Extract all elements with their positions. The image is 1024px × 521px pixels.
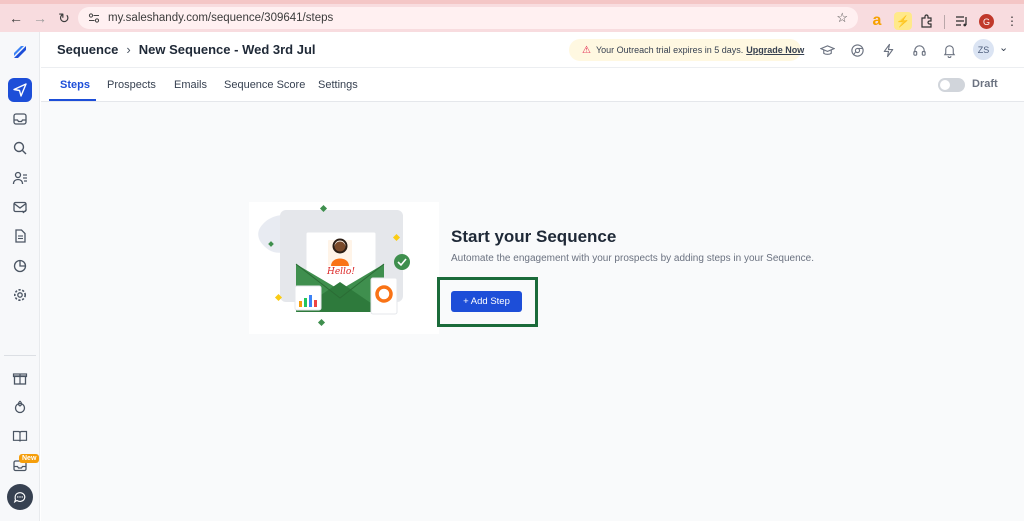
draft-toggle[interactable] <box>938 78 965 92</box>
graduation-cap-icon[interactable] <box>819 42 835 58</box>
tab-emails[interactable]: Emails <box>174 79 207 91</box>
toggle-knob <box>940 80 950 90</box>
sequences-send-icon[interactable] <box>8 78 32 102</box>
site-settings-icon[interactable] <box>86 10 102 26</box>
add-step-button[interactable]: + Add Step <box>451 291 522 312</box>
browser-menu-icon[interactable]: ⋮ <box>1003 12 1021 30</box>
profile-avatar[interactable]: G <box>979 14 994 29</box>
status-label: Draft <box>972 78 998 90</box>
tab-settings[interactable]: Settings <box>318 79 358 91</box>
sequence-tabs: Steps Prospects Emails Sequence Score Se… <box>41 68 1024 102</box>
address-bar[interactable]: my.saleshandy.com/sequence/309641/steps … <box>78 7 858 29</box>
reload-icon[interactable]: ↻ <box>52 6 76 30</box>
warning-triangle-icon: ⚠ <box>582 44 591 56</box>
user-avatar[interactable]: ZS <box>973 39 994 60</box>
breadcrumb: Sequence › New Sequence - Wed 3rd Jul <box>57 42 316 57</box>
headset-support-icon[interactable] <box>911 42 927 58</box>
chat-support-icon[interactable] <box>7 484 33 510</box>
chrome-extension-icon[interactable] <box>849 42 865 58</box>
reports-pie-chart-icon[interactable] <box>8 254 32 278</box>
app-header: Sequence › New Sequence - Wed 3rd Jul ⚠ … <box>41 32 1024 68</box>
extensions-puzzle-icon[interactable] <box>918 12 936 30</box>
trial-banner: ⚠ Your Outreach trial expires in 5 days.… <box>569 39 804 61</box>
empty-state-description: Automate the engagement with your prospe… <box>451 253 815 264</box>
back-arrow-icon[interactable]: ← <box>4 6 28 30</box>
tab-prospects[interactable]: Prospects <box>107 79 156 91</box>
bookmark-star-icon[interactable]: ☆ <box>836 10 848 26</box>
email-accounts-icon[interactable] <box>8 195 32 219</box>
gift-icon[interactable] <box>8 366 32 390</box>
inbox-icon[interactable] <box>8 107 32 131</box>
chevron-right-icon: › <box>126 42 131 57</box>
hello-greeting-text: Hello! <box>326 267 355 277</box>
saleshandy-logo-icon[interactable] <box>8 40 32 64</box>
settings-gear-icon[interactable] <box>8 283 32 307</box>
browser-toolbar: ← → ↻ my.saleshandy.com/sequence/309641/… <box>0 4 1024 32</box>
amazon-extension-icon[interactable]: a <box>868 12 886 30</box>
rewards-icon[interactable] <box>8 395 32 419</box>
tab-steps[interactable]: Steps <box>60 79 90 91</box>
media-control-icon[interactable] <box>953 12 971 30</box>
search-icon[interactable] <box>8 136 32 160</box>
empty-state-illustration: Hello! <box>249 202 439 334</box>
prospects-icon[interactable] <box>8 166 32 190</box>
active-tab-indicator <box>49 99 96 101</box>
docs-book-icon[interactable] <box>8 424 32 448</box>
lightning-icon[interactable] <box>880 42 896 58</box>
upgrade-now-link[interactable]: Upgrade Now <box>746 45 804 55</box>
bolt-extension-icon[interactable]: ⚡ <box>894 12 912 30</box>
chevron-down-icon[interactable]: ⌄ <box>999 41 1008 54</box>
trial-text: Your Outreach trial expires in 5 days. <box>595 45 744 55</box>
left-nav-rail: New <box>0 32 40 521</box>
main-content: Hello! Start your Sequence Automate the … <box>41 102 1024 521</box>
toolbar-divider <box>944 15 945 29</box>
rail-divider <box>4 355 36 356</box>
empty-state-title: Start your Sequence <box>451 227 617 246</box>
forward-arrow-icon[interactable]: → <box>28 6 52 30</box>
tab-sequence-score[interactable]: Sequence Score <box>224 79 305 91</box>
new-badge: New <box>19 454 40 463</box>
notification-bell-icon[interactable] <box>941 42 957 58</box>
templates-document-icon[interactable] <box>8 224 32 248</box>
breadcrumb-root[interactable]: Sequence <box>57 42 118 57</box>
url-text[interactable]: my.saleshandy.com/sequence/309641/steps <box>108 12 333 24</box>
breadcrumb-current[interactable]: New Sequence - Wed 3rd Jul <box>139 42 316 57</box>
